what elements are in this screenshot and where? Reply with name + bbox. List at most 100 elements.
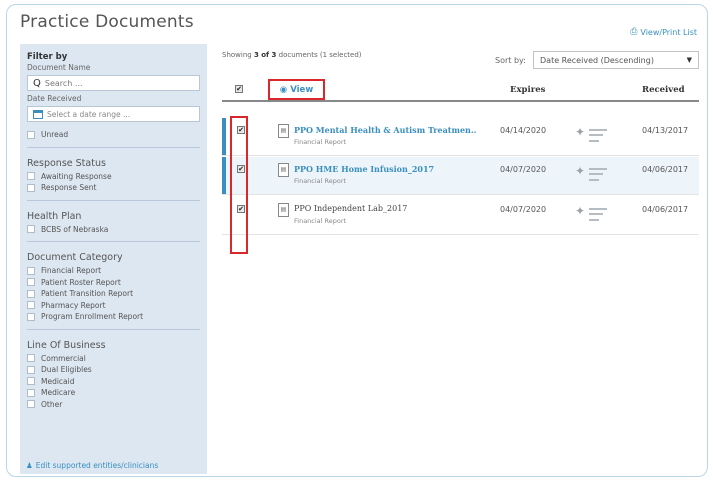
document-icon: ▤ [278, 203, 289, 217]
document-name-label: Document Name [27, 63, 91, 72]
showing-count: 3 of 3 [253, 51, 277, 59]
checkbox[interactable] [27, 365, 35, 374]
divider [27, 241, 200, 242]
received-date: 04/13/2017 [642, 126, 689, 135]
user-icon: ♟ [26, 461, 33, 470]
sort-select[interactable]: Date Received (Descending) ▼ [533, 51, 699, 69]
checkbox[interactable] [27, 400, 35, 409]
results-count: Showing 3 of 3 documents (1 selected) [222, 51, 362, 59]
document-icon: ▤ [278, 124, 289, 138]
filter-awaiting-response[interactable]: Awaiting Response [27, 171, 200, 183]
showing-suffix: documents (1 selected) [276, 51, 362, 59]
date-received-label: Date Received [27, 94, 82, 103]
section-line-of-business: Line Of Business [27, 339, 106, 351]
date-range-input[interactable]: Select a date range ... [27, 106, 200, 122]
checkbox-highlight-box [230, 116, 248, 254]
document-title-link[interactable]: PPO Mental Health & Autism Treatmen.. [294, 125, 476, 135]
expires-date: 04/07/2020 [500, 165, 547, 174]
checkbox[interactable] [27, 266, 35, 275]
filter-label: Commercial [41, 353, 86, 363]
section-document-category: Document Category [27, 252, 123, 263]
checkbox[interactable] [27, 377, 35, 386]
unread-checkbox[interactable] [27, 130, 35, 139]
showing-prefix: Showing [222, 51, 254, 59]
filter-financial-report[interactable]: Financial Report [27, 265, 200, 277]
filter-label: Financial Report [41, 266, 102, 276]
search-input[interactable]: Q Search ... [27, 75, 200, 91]
table-row[interactable]: ✔ ▤ PPO HME Home Infusion_2017 Financial… [222, 157, 699, 195]
filter-label: Response Sent [41, 183, 97, 193]
checkbox[interactable] [27, 312, 35, 321]
filter-program-enrollment-report[interactable]: Program Enrollment Report [27, 311, 200, 323]
nebraska-logo-icon: ✦ [572, 202, 612, 226]
edit-link-label: Edit supported entities/clinicians [35, 461, 159, 470]
filter-dual-eligibles[interactable]: Dual Eligibles [27, 364, 200, 376]
table-row[interactable]: ✔ ▤ PPO Mental Health & Autism Treatmen.… [222, 118, 699, 156]
filter-label: Patient Transition Report [41, 289, 134, 299]
document-category: Financial Report [294, 217, 347, 225]
filter-patient-transition-report[interactable]: Patient Transition Report [27, 288, 200, 300]
table-row[interactable]: ✔ ▤ PPO Independent Lab_2017 Financial R… [222, 197, 699, 235]
eye-icon: ◉ [279, 84, 288, 95]
section-response-status: Response Status [27, 157, 106, 169]
unread-indicator [222, 118, 226, 155]
filter-bcbs-nebraska[interactable]: BCBS of Nebraska [27, 224, 200, 236]
received-date: 04/06/2017 [642, 205, 689, 214]
view-button[interactable]: ◉ View [268, 79, 325, 100]
filter-label: Awaiting Response [41, 171, 112, 181]
search-icon: Q [33, 77, 41, 89]
document-title-link[interactable]: PPO HME Home Infusion_2017 [294, 164, 434, 174]
edit-entities-link[interactable]: ♟ Edit supported entities/clinicians [26, 461, 158, 470]
chevron-down-icon: ▼ [686, 56, 692, 64]
filter-label: Medicaid [41, 376, 75, 386]
calendar-icon [33, 109, 43, 119]
filter-label: Dual Eligibles [41, 365, 92, 375]
checkbox[interactable] [27, 354, 35, 363]
view-print-link[interactable]: ⎙ View/Print List [630, 27, 697, 37]
filter-response-sent[interactable]: Response Sent [27, 182, 200, 194]
document-title-link[interactable]: PPO Independent Lab_2017 [294, 204, 407, 213]
unread-filter[interactable]: Unread [27, 129, 200, 141]
document-icon: ▤ [278, 163, 289, 177]
filter-label: Medicare [41, 388, 76, 398]
filter-label: Program Enrollment Report [41, 312, 144, 322]
checkbox[interactable] [27, 172, 35, 181]
unread-indicator [222, 157, 226, 194]
filter-commercial[interactable]: Commercial [27, 353, 200, 365]
divider [27, 146, 200, 148]
table-header: ✔ ◉ View Expires Received [222, 78, 699, 102]
expires-date: 04/07/2020 [500, 205, 547, 214]
divider [27, 328, 200, 330]
filter-pharmacy-report[interactable]: Pharmacy Report [27, 300, 200, 312]
document-category: Financial Report [294, 177, 347, 185]
filter-label: Patient Roster Report [41, 277, 121, 287]
filter-label: BCBS of Nebraska [41, 224, 109, 234]
checkbox[interactable] [27, 278, 35, 287]
print-icon: ⎙ [630, 27, 638, 37]
checkbox[interactable] [27, 301, 35, 310]
checkbox[interactable] [27, 388, 35, 397]
unread-label: Unread [41, 130, 69, 140]
view-label: View [290, 84, 314, 95]
search-placeholder: Search ... [44, 78, 83, 88]
filter-medicaid[interactable]: Medicaid [27, 376, 200, 388]
section-health-plan: Health Plan [27, 210, 82, 222]
column-expires[interactable]: Expires [510, 85, 545, 95]
document-category: Financial Report [294, 138, 347, 146]
select-all-checkbox[interactable]: ✔ [235, 85, 243, 93]
view-print-label: View/Print List [640, 27, 697, 37]
expires-date: 04/14/2020 [500, 126, 547, 135]
sort-label: Sort by: [495, 56, 526, 65]
received-date: 04/06/2017 [642, 165, 689, 174]
checkbox[interactable] [27, 183, 35, 192]
nebraska-logo-icon: ✦ [572, 162, 612, 186]
column-received[interactable]: Received [642, 85, 685, 95]
filter-patient-roster-report[interactable]: Patient Roster Report [27, 277, 200, 289]
checkbox[interactable] [27, 225, 35, 234]
filter-other[interactable]: Other [27, 399, 200, 411]
checkbox[interactable] [27, 289, 35, 298]
sort-value: Date Received (Descending) [540, 55, 654, 65]
filter-label: Pharmacy Report [41, 300, 106, 310]
filter-medicare[interactable]: Medicare [27, 387, 200, 399]
filter-label: Other [41, 399, 63, 409]
